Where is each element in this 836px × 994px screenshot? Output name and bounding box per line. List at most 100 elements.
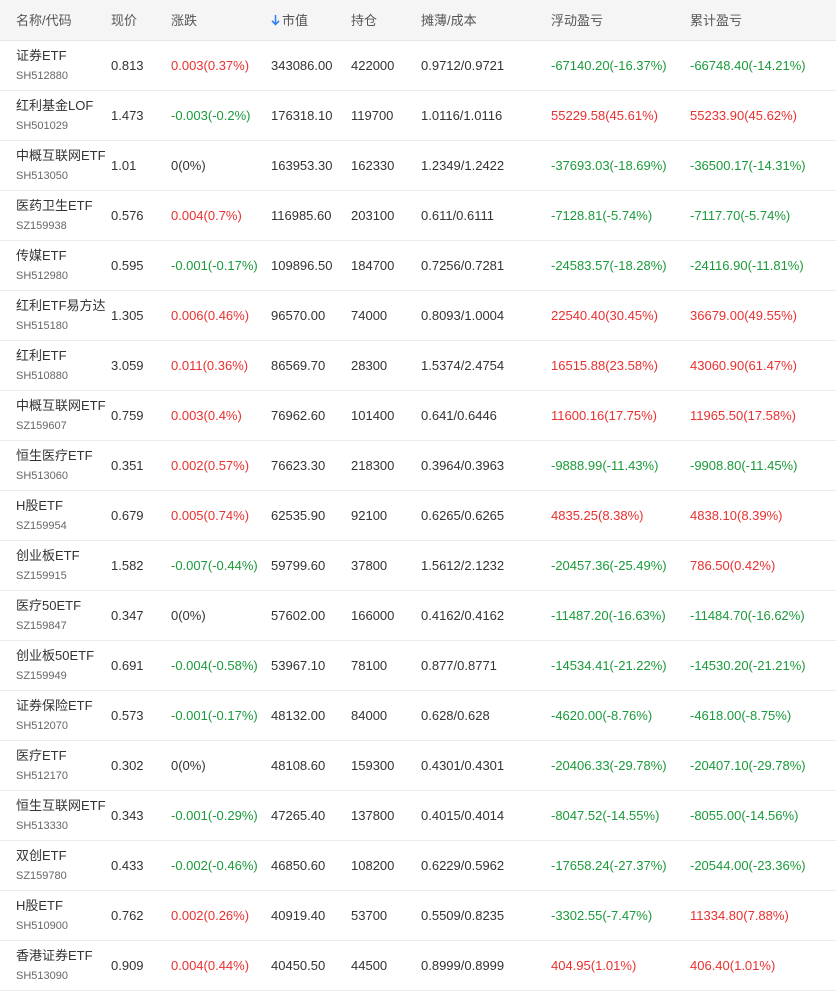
table-row[interactable]: 证券保险ETF SH512070 0.573 -0.001(-0.17%) 48132.…: [0, 690, 836, 741]
table-row[interactable]: 中概互联网ETF SZ159607 0.759 0.003(0.4%) 76962.60…: [0, 390, 836, 441]
fund-name[interactable]: 创业板ETF: [16, 548, 111, 564]
table-row[interactable]: 红利基金LOF SH501029 1.473 -0.003(-0.2%) 176318.…: [0, 90, 836, 141]
table-row[interactable]: 双创ETF SZ159780 0.433 -0.002(-0.46%) 46850.60…: [0, 840, 836, 891]
cumulative-pl-cell: -8055.00(-14.56%): [690, 790, 836, 841]
fund-name[interactable]: 医疗ETF: [16, 748, 111, 764]
column-header-price[interactable]: 现价: [111, 0, 171, 41]
price-cell: 0.759: [111, 390, 171, 441]
market-value-cell: 40450.50: [271, 940, 351, 991]
fund-name[interactable]: 证券保险ETF: [16, 698, 111, 714]
name-code-cell: 医疗ETF SH512170: [0, 740, 111, 791]
column-header-market-value[interactable]: 市值: [271, 0, 351, 41]
name-code-cell: 传媒ETF SH512980: [0, 240, 111, 291]
fund-name[interactable]: H股ETF: [16, 898, 111, 914]
fund-code: SH501029: [16, 119, 68, 132]
fund-name[interactable]: 红利基金LOF: [16, 98, 111, 114]
table-row[interactable]: 医药卫生ETF SZ159938 0.576 0.004(0.7%) 116985.60…: [0, 190, 836, 241]
cumulative-pl-cell: -7117.70(-5.74%): [690, 190, 836, 241]
column-header-cost[interactable]: 摊薄/成本: [421, 0, 551, 41]
position-cell: 53700: [351, 890, 421, 941]
fund-name[interactable]: 创业板50ETF: [16, 648, 111, 664]
price-cell: 0.347: [111, 590, 171, 641]
table-row[interactable]: 红利ETF易方达 SH515180 1.305 0.006(0.46%) 96570.0…: [0, 290, 836, 341]
position-cell: 184700: [351, 240, 421, 291]
table-row[interactable]: 香港证券ETF SH513090 0.909 0.004(0.44%) 40450.50…: [0, 940, 836, 991]
table-row[interactable]: 红利ETF SH510880 3.059 0.011(0.36%) 86569.70 28…: [0, 340, 836, 391]
table-row[interactable]: 创业板ETF SZ159915 1.582 -0.007(-0.44%) 59799.6…: [0, 540, 836, 591]
name-code-cell: 中概互联网ETF SZ159607: [0, 390, 111, 441]
name-code-cell: H股ETF SH510900: [0, 890, 111, 941]
fund-name[interactable]: 恒生医疗ETF: [16, 448, 111, 464]
cumulative-pl-cell: -9908.80(-11.45%): [690, 440, 836, 491]
market-value-cell: 176318.10: [271, 90, 351, 141]
fund-code: SH513060: [16, 469, 68, 482]
table-row[interactable]: H股ETF SH510900 0.762 0.002(0.26%) 40919.40 53…: [0, 890, 836, 941]
change-cell: -0.001(-0.17%): [171, 690, 271, 741]
fund-name[interactable]: 香港证券ETF: [16, 948, 111, 964]
table-row[interactable]: 证券ETF SH512880 0.813 0.003(0.37%) 343086.00 4…: [0, 40, 836, 91]
table-row[interactable]: 创业板50ETF SZ159949 0.691 -0.004(-0.58%) 53967…: [0, 640, 836, 691]
name-code-cell: 医疗50ETF SZ159847: [0, 590, 111, 641]
name-code-cell: 证券保险ETF SH512070: [0, 690, 111, 741]
market-value-cell: 46850.60: [271, 840, 351, 891]
fund-name[interactable]: 证券ETF: [16, 48, 111, 64]
change-cell: 0.011(0.36%): [171, 340, 271, 391]
fund-name[interactable]: H股ETF: [16, 498, 111, 514]
table-row[interactable]: 传媒ETF SH512980 0.595 -0.001(-0.17%) 109896.5…: [0, 240, 836, 291]
market-value-cell: 57602.00: [271, 590, 351, 641]
fund-name[interactable]: 恒生互联网ETF: [16, 798, 111, 814]
price-cell: 1.01: [111, 140, 171, 191]
position-cell: 37800: [351, 540, 421, 591]
fund-name[interactable]: 中概互联网ETF: [16, 398, 111, 414]
change-cell: 0.004(0.7%): [171, 190, 271, 241]
floating-pl-cell: -67140.20(-16.37%): [551, 40, 690, 91]
position-cell: 166000: [351, 590, 421, 641]
fund-code: SH515180: [16, 319, 68, 332]
fund-name[interactable]: 中概互联网ETF: [16, 148, 111, 164]
fund-name[interactable]: 医疗50ETF: [16, 598, 111, 614]
market-value-cell: 48132.00: [271, 690, 351, 741]
table-row[interactable]: H股ETF SZ159954 0.679 0.005(0.74%) 62535.90 92…: [0, 490, 836, 541]
price-cell: 1.305: [111, 290, 171, 341]
column-header-label: 市值: [282, 13, 309, 29]
fund-name[interactable]: 红利ETF易方达: [16, 298, 111, 314]
name-code-cell: 恒生医疗ETF SH513060: [0, 440, 111, 491]
position-cell: 422000: [351, 40, 421, 91]
table-row[interactable]: 医疗50ETF SZ159847 0.347 0(0%) 57602.00 166000 0…: [0, 590, 836, 641]
fund-code: SZ159954: [16, 519, 67, 532]
column-header-name-code[interactable]: 名称/代码: [0, 0, 111, 41]
column-header-label: 累计盈亏: [690, 13, 743, 29]
position-cell: 119700: [351, 90, 421, 141]
column-header-position[interactable]: 持仓: [351, 0, 421, 41]
market-value-cell: 116985.60: [271, 190, 351, 241]
fund-name[interactable]: 红利ETF: [16, 348, 111, 364]
table-row[interactable]: 恒生医疗ETF SH513060 0.351 0.002(0.57%) 76623.30…: [0, 440, 836, 491]
column-header-change[interactable]: 涨跌: [171, 0, 271, 41]
fund-code: SH513090: [16, 969, 68, 982]
position-cell: 101400: [351, 390, 421, 441]
fund-code: SH510900: [16, 919, 68, 932]
cost-cell: 0.4015/0.4014: [421, 790, 551, 841]
position-cell: 44500: [351, 940, 421, 991]
market-value-cell: 40919.40: [271, 890, 351, 941]
change-cell: -0.001(-0.17%): [171, 240, 271, 291]
table-row[interactable]: 中概互联网ETF SH513050 1.01 0(0%) 163953.30 162330…: [0, 140, 836, 191]
fund-name[interactable]: 传媒ETF: [16, 248, 111, 264]
market-value-cell: 76962.60: [271, 390, 351, 441]
column-header-floating-pl[interactable]: 浮动盈亏: [551, 0, 690, 41]
cost-cell: 0.6229/0.5962: [421, 840, 551, 891]
cumulative-pl-cell: -20544.00(-23.36%): [690, 840, 836, 891]
fund-name[interactable]: 双创ETF: [16, 848, 111, 864]
cost-cell: 0.6265/0.6265: [421, 490, 551, 541]
cumulative-pl-cell: 406.40(1.01%): [690, 940, 836, 991]
price-cell: 0.433: [111, 840, 171, 891]
cost-cell: 0.4162/0.4162: [421, 590, 551, 641]
table-row[interactable]: 恒生互联网ETF SH513330 0.343 -0.001(-0.29%) 47265…: [0, 790, 836, 841]
fund-name[interactable]: 医药卫生ETF: [16, 198, 111, 214]
change-cell: -0.004(-0.58%): [171, 640, 271, 691]
position-cell: 78100: [351, 640, 421, 691]
table-row[interactable]: 医疗ETF SH512170 0.302 0(0%) 48108.60 159300 0.4…: [0, 740, 836, 791]
table-header-row: 名称/代码 现价 涨跌 市值 持仓 摊薄/成本 浮动盈亏 累计盈亏: [0, 0, 836, 41]
floating-pl-cell: -4620.00(-8.76%): [551, 690, 690, 741]
column-header-cumulative-pl[interactable]: 累计盈亏: [690, 0, 836, 41]
